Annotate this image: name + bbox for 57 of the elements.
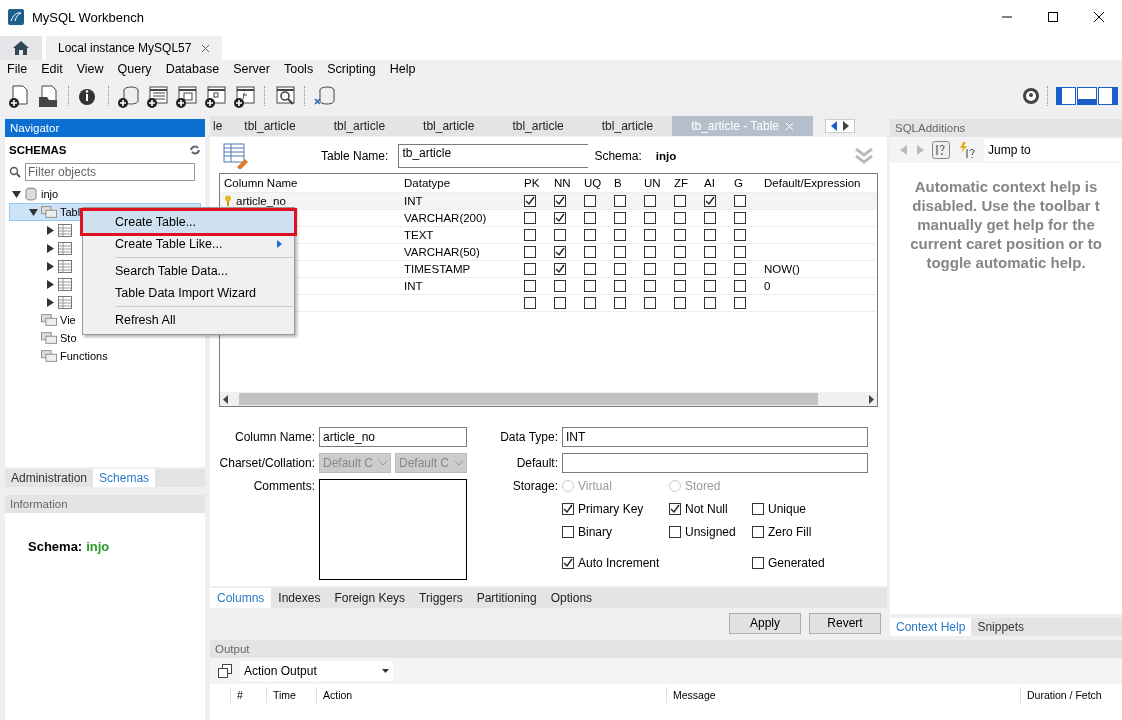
option-label: Zero Fill: [768, 525, 812, 539]
panel-header: SQLAdditions: [890, 119, 1122, 137]
field-label: Storage:: [511, 479, 558, 493]
column-header: UQ: [583, 177, 603, 189]
column-header: Default/Expression: [763, 177, 862, 189]
column-header: ZF: [673, 177, 690, 189]
radio-option: Stored: [669, 479, 752, 493]
column-header: B: [613, 177, 623, 189]
table-cell: INT: [404, 195, 423, 207]
info-label: Schema:: [28, 539, 83, 554]
column-header: #: [230, 687, 266, 703]
column-header: UN: [643, 177, 662, 189]
field-label: Data Type:: [499, 430, 558, 444]
panel-header: Navigator: [5, 119, 205, 137]
section-title: SCHEMAS: [9, 144, 67, 156]
panel-header: Information: [5, 495, 205, 513]
option-label: Auto Increment: [578, 556, 660, 570]
field-label: Charset/Collation:: [219, 456, 315, 470]
help-text: current caret position or to: [910, 234, 1102, 253]
radio-option: Virtual: [562, 479, 669, 493]
table-cell: VARCHAR(50): [404, 246, 480, 258]
table-cell: NOW(): [764, 263, 800, 275]
column-header: G: [733, 177, 744, 189]
column-header: NN: [553, 177, 572, 189]
field-label: Column Name:: [233, 430, 315, 444]
column-header: PK: [523, 177, 541, 189]
schema-name: injo: [655, 150, 677, 162]
table-cell: article_no: [236, 195, 286, 207]
option-label: Primary Key: [578, 502, 644, 516]
help-text: Automatic context help is: [914, 177, 1098, 196]
option-label: Unique: [768, 502, 807, 516]
info-value: injo: [86, 539, 110, 554]
column-header: AI: [703, 177, 716, 189]
column-header: Action: [316, 687, 666, 703]
column-header: Datatype: [403, 177, 452, 189]
field-label: Schema:: [594, 149, 642, 163]
window-title: MySQL Workbench: [32, 9, 144, 25]
option-label: Not Null: [685, 502, 728, 516]
field-label: Comments:: [252, 479, 315, 493]
table-cell: TEXT: [404, 229, 434, 241]
option-label: Binary: [578, 525, 612, 539]
table-cell: VARCHAR(200): [404, 212, 487, 224]
column-header: Duration / Fetch: [1020, 687, 1122, 703]
field-label: Table Name:: [321, 149, 389, 163]
table-cell: INT: [404, 280, 423, 292]
column-header: Message: [666, 687, 1020, 703]
panel-header: Output: [210, 640, 1122, 658]
option-label: Unsigned: [685, 525, 736, 539]
help-text: manually get help for the: [917, 215, 1095, 234]
field-label: Default:: [515, 456, 558, 470]
column-header: Column Name: [223, 177, 299, 189]
help-text: toggle automatic help.: [926, 253, 1086, 272]
table-cell: 0: [764, 280, 771, 292]
help-text: disabled. Use the toolbar t: [912, 196, 1100, 215]
table-cell: TIMESTAMP: [404, 263, 471, 275]
column-header: Time: [266, 687, 316, 703]
option-label: Generated: [768, 556, 825, 570]
